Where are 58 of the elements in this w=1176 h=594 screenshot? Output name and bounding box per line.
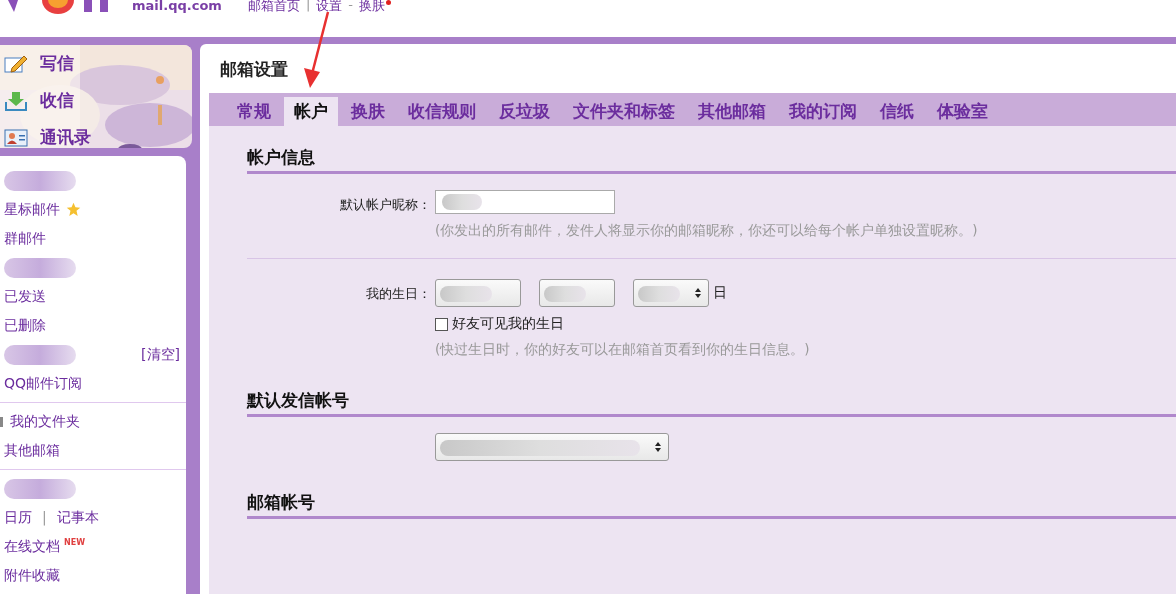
checkbox-label: 好友可见我的生日	[452, 315, 564, 333]
settings-tab[interactable]: 收信规则	[398, 97, 486, 126]
contact-card-icon	[4, 127, 28, 148]
account-select[interactable]	[435, 433, 669, 461]
sidebar-action[interactable]: 收信	[0, 82, 110, 119]
redaction-blur	[4, 344, 76, 365]
settings-tab[interactable]: 其他邮箱	[688, 97, 776, 126]
day-unit: 日	[713, 284, 727, 302]
section-heading: 邮箱帐号	[247, 491, 1176, 519]
redaction-blur	[4, 478, 76, 499]
day-select[interactable]	[633, 279, 709, 307]
separator: |	[42, 508, 47, 525]
pencil-icon	[4, 53, 28, 74]
hint-text: (快过生日时，你的好友可以在邮箱首页看到你的生日信息。)	[435, 341, 811, 359]
separator: |	[305, 0, 311, 14]
nav-link[interactable]: 设置	[316, 0, 343, 15]
settings-tab[interactable]: 体验室	[927, 97, 998, 126]
section-heading: 帐户信息	[247, 146, 1176, 174]
folder-link[interactable]: 已删除	[4, 316, 46, 335]
updown-icon	[694, 287, 702, 299]
nav-link[interactable]: 换肤	[359, 0, 385, 15]
year-select[interactable]	[435, 279, 521, 307]
settings-tab[interactable]: 帐户	[284, 97, 338, 126]
settings-tab[interactable]: 常规	[227, 97, 281, 126]
tool-link[interactable]: 日历	[4, 508, 32, 527]
folder-link[interactable]: 在线文档 NEW	[4, 537, 85, 556]
folder-link[interactable]: 其他邮箱	[4, 441, 60, 460]
folder-link[interactable]: 星标邮件	[4, 200, 81, 219]
site-domain: mail.qq.com	[132, 0, 222, 13]
page-title: 邮箱设置	[220, 58, 289, 81]
folder-link[interactable]: 已发送	[4, 287, 46, 306]
field-label: 我的生日：	[365, 285, 432, 303]
nickname-field[interactable]	[435, 190, 615, 214]
settings-tab[interactable]: 反垃圾	[489, 97, 560, 126]
settings-tab[interactable]: 文件夹和标签	[563, 97, 685, 126]
folder-link[interactable]: 我的文件夹	[4, 412, 80, 431]
settings-tab[interactable]: 信纸	[870, 97, 924, 126]
folder-link[interactable]: QQ邮件订阅	[4, 374, 83, 393]
new-label: NEW	[64, 537, 85, 547]
folder-link[interactable]: 附件收藏	[4, 566, 60, 585]
redaction-blur	[4, 257, 76, 278]
folder-link[interactable]: 群邮件	[4, 229, 46, 248]
redaction-blur	[442, 194, 482, 210]
month-select[interactable]	[539, 279, 615, 307]
clear-link[interactable]: [清空]	[141, 345, 180, 364]
updown-icon	[654, 441, 662, 453]
tool-link[interactable]: 记事本	[56, 508, 99, 527]
separator: -	[348, 0, 353, 14]
section-heading: 默认发信帐号	[247, 389, 1176, 417]
inbox-icon	[4, 89, 28, 112]
nav-link[interactable]: 邮箱首页	[247, 0, 300, 15]
checkbox[interactable]	[435, 317, 448, 331]
hint-text: (你发出的所有邮件，发件人将显示你的邮箱昵称，你还可以给每个帐户单独设置昵称。)	[435, 222, 979, 240]
redaction-blur	[4, 170, 76, 191]
sidebar-action[interactable]: 通讯录	[0, 119, 110, 148]
settings-tab[interactable]: 换肤	[341, 97, 395, 126]
settings-tab[interactable]: 我的订阅	[779, 97, 867, 126]
field-label: 默认帐户昵称：	[339, 196, 432, 214]
